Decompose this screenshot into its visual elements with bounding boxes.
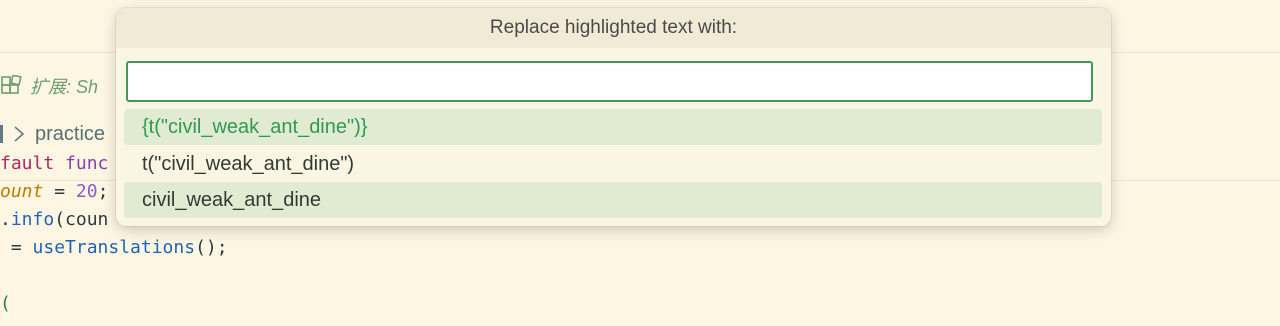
extensions-icon xyxy=(0,75,22,97)
code-line: fault func xyxy=(0,150,108,178)
code-line: .info(coun xyxy=(0,206,108,234)
code-token: = xyxy=(43,181,76,202)
extension-indicator[interactable]: 扩展: Sh xyxy=(0,72,98,100)
replace-text-input[interactable] xyxy=(126,61,1093,102)
code-token: func xyxy=(65,153,109,174)
code-token: ; xyxy=(97,181,109,202)
option-label: {t("civil_weak_ant_dine")} xyxy=(142,116,368,138)
code-token: = xyxy=(0,237,33,258)
option-label: civil_weak_ant_dine xyxy=(142,189,322,211)
option-item[interactable]: {t("civil_weak_ant_dine")} xyxy=(124,109,1102,145)
palette-input-container xyxy=(126,61,1093,102)
option-label: t("civil_weak_ant_dine") xyxy=(142,153,355,175)
code-token: ount xyxy=(0,181,44,202)
breadcrumb: practice xyxy=(0,120,105,148)
option-item[interactable]: civil_weak_ant_dine xyxy=(124,182,1102,218)
code-token: ( xyxy=(0,293,11,314)
code-line: ( xyxy=(0,290,11,318)
code-token: info xyxy=(10,209,55,230)
code-line: ount = 20; xyxy=(0,178,108,206)
breadcrumb-separator xyxy=(0,125,3,143)
code-token: fault xyxy=(0,153,66,174)
code-token: useTranslations xyxy=(32,237,196,258)
option-item[interactable]: t("civil_weak_ant_dine") xyxy=(124,146,1102,182)
breadcrumb-item-practice[interactable]: practice xyxy=(35,123,105,146)
quick-pick-palette: Replace highlighted text with: {t("civil… xyxy=(116,8,1111,226)
chevron-right-icon xyxy=(13,125,25,143)
code-token: (coun xyxy=(54,209,109,230)
palette-title: Replace highlighted text with: xyxy=(116,8,1111,48)
code-token: . xyxy=(0,209,11,230)
code-line: = useTranslations(); xyxy=(0,234,228,262)
code-token: 20 xyxy=(75,181,98,202)
extension-label: 扩展: Sh xyxy=(30,77,99,97)
code-token: (); xyxy=(195,237,228,258)
